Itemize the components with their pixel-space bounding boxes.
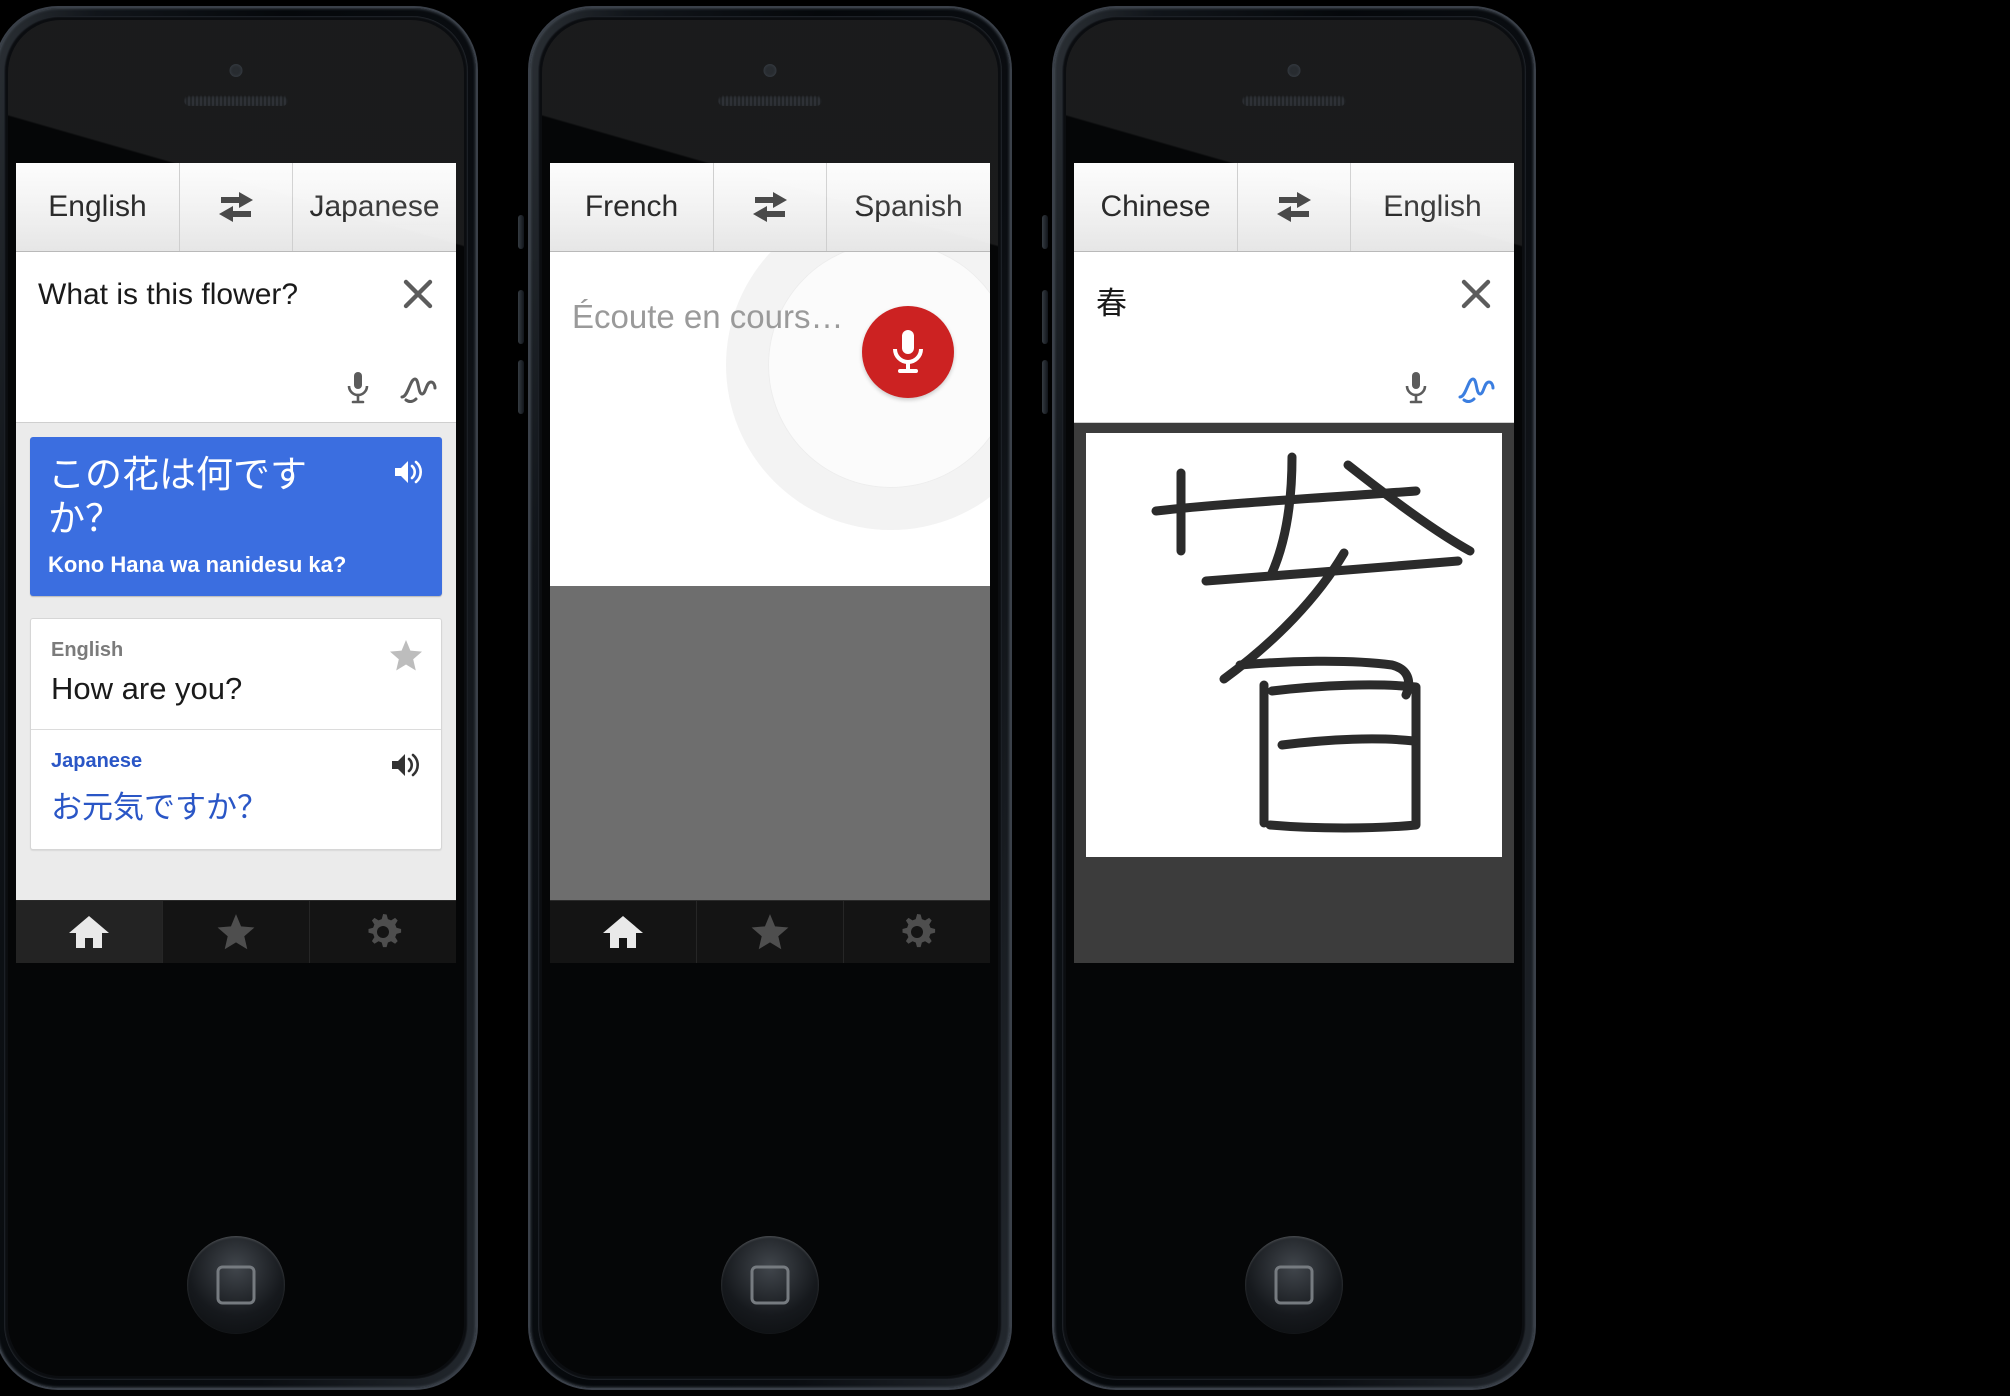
source-text[interactable]: What is this flower? [38,278,298,312]
target-language-button[interactable]: English [1351,163,1514,251]
source-text[interactable]: 春 [1096,278,1127,323]
results-area: この花は何ですか？ Kono Hana wa nanidesu ka? Engl… [16,423,456,963]
history-language-label: English [51,639,124,662]
earpiece-speaker [718,95,822,106]
home-button[interactable] [187,1236,285,1334]
swap-languages-icon [753,192,787,222]
mute-switch[interactable] [1042,215,1048,249]
phone-voice-input: AT&T 4G 1:10 PM French Spanish [518,0,1040,1396]
handwriting-icon[interactable] [398,370,438,406]
phone-glass: AT&T 4G 1:10 PM English Japanese [8,20,464,1376]
swap-languages-button[interactable] [1238,163,1351,251]
voice-placeholder: Écoute en cours… [572,298,844,335]
screenshot-stage: AT&T 4G 1:10 PM English Japanese [0,0,2010,1396]
app-screen: Chinese English 春 [1074,163,1514,963]
source-language-button[interactable]: French [550,163,714,251]
tab-bar [550,900,990,963]
input-tools [1402,370,1496,406]
translation-text: この花は何ですか？ [48,454,307,539]
star-icon [217,914,255,950]
swap-languages-button[interactable] [714,163,827,251]
speaker-icon[interactable] [392,457,426,487]
language-bar: English Japanese [16,163,456,252]
translation-card[interactable]: この花は何ですか？ Kono Hana wa nanidesu ka? [30,437,442,597]
history-text: How are you? [51,671,243,707]
tab-settings[interactable] [310,901,456,963]
microphone-button[interactable] [862,306,954,398]
swap-languages-button[interactable] [180,163,293,251]
swap-languages-icon [1277,192,1311,222]
home-button-square [1274,1265,1314,1305]
phone-text-translate: AT&T 4G 1:10 PM English Japanese [0,0,506,1396]
voice-listening-panel: Écoute en cours… [550,252,990,586]
mute-switch[interactable] [518,215,524,249]
microphone-icon [893,330,923,373]
tab-bar [16,900,456,963]
phone-glass: AT&T 4G 1:10 PM Chinese English [1066,20,1522,1376]
front-camera-icon [1287,64,1301,77]
speaker-icon[interactable] [389,750,423,780]
source-language-button[interactable]: Chinese [1074,163,1238,251]
volume-up-button[interactable] [518,290,524,344]
handwritten-strokes [1151,452,1475,833]
home-icon [69,916,109,948]
handwriting-icon[interactable] [1456,370,1496,406]
input-tools [344,370,438,406]
star-icon[interactable] [389,639,423,672]
tab-starred[interactable] [697,901,844,963]
target-language-button[interactable]: Japanese [293,163,456,251]
tab-home[interactable] [16,901,163,963]
gear-icon [902,914,936,948]
romanization-text: Kono Hana wa nanidesu ka? [48,552,347,578]
close-icon[interactable] [1456,274,1496,314]
earpiece-speaker [184,95,288,106]
source-input-area[interactable]: 春 [1074,252,1514,423]
history-card: English How are you? Japanese お元気ですか？ [30,618,442,851]
voice-input-screen: Écoute en cours… [550,252,990,963]
tab-starred[interactable] [163,901,310,963]
star-icon [751,914,789,950]
list-item[interactable]: English How are you? [31,619,441,731]
volume-down-button[interactable] [1042,360,1048,414]
home-button[interactable] [721,1236,819,1334]
handwriting-canvas[interactable] [1086,433,1502,857]
phone-handwriting: AT&T 4G 1:10 PM Chinese English [1042,0,1564,1396]
microphone-icon[interactable] [344,370,372,406]
close-icon[interactable] [398,274,438,314]
language-bar: French Spanish [550,163,990,252]
swap-languages-icon [219,192,253,222]
earpiece-speaker [1242,95,1346,106]
target-language-button[interactable]: Spanish [827,163,990,251]
app-screen: English Japanese What is this flower? この… [16,163,456,963]
source-input-area[interactable]: What is this flower? [16,252,456,423]
app-screen: French Spanish Écoute en cours… [550,163,990,963]
source-language-button[interactable]: English [16,163,180,251]
list-item[interactable]: Japanese お元気ですか？ [31,730,441,849]
handwriting-panel: space [1074,423,1514,963]
history-language-label: Japanese [51,750,143,773]
language-bar: Chinese English [1074,163,1514,252]
volume-down-button[interactable] [518,360,524,414]
home-button-square [216,1265,256,1305]
gear-icon [368,914,402,948]
front-camera-icon [763,64,777,77]
home-icon [603,916,643,948]
microphone-icon[interactable] [1402,370,1430,406]
home-button[interactable] [1245,1236,1343,1334]
phone-glass: AT&T 4G 1:10 PM French Spanish [542,20,998,1376]
volume-up-button[interactable] [1042,290,1048,344]
home-button-square [750,1265,790,1305]
tab-home[interactable] [550,901,697,963]
tab-settings[interactable] [844,901,990,963]
front-camera-icon [229,64,243,77]
history-text: お元気ですか？ [51,790,268,826]
